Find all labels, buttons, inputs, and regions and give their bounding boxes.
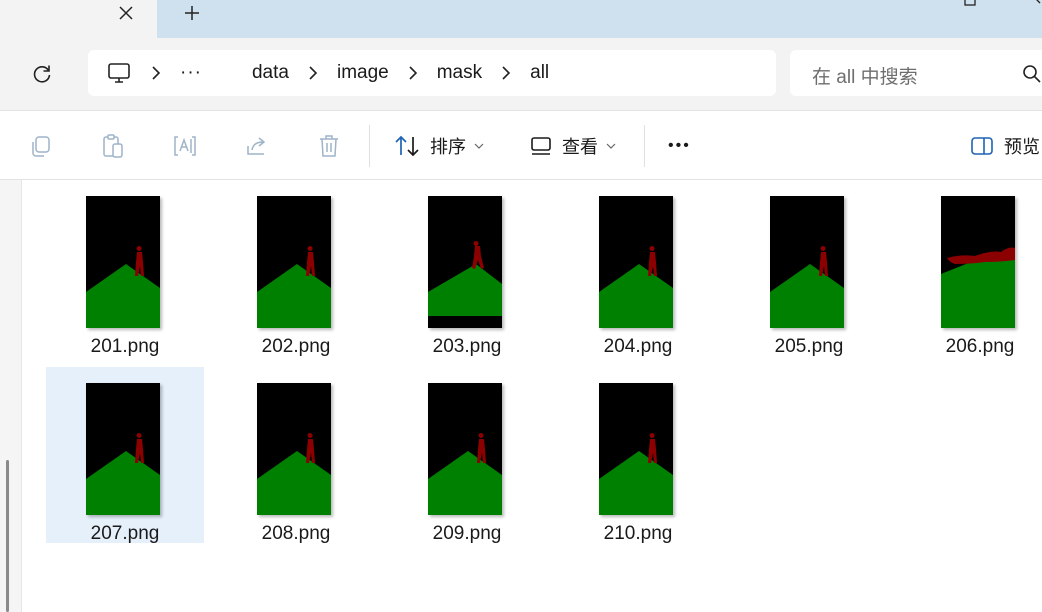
- toolbar-divider: [644, 125, 645, 167]
- close-icon: [119, 6, 133, 20]
- paste-button[interactable]: [100, 133, 126, 159]
- more-options-button[interactable]: •••: [668, 129, 691, 163]
- preview-pane-button[interactable]: 预览: [970, 129, 1040, 163]
- tab-strip: [0, 0, 1042, 38]
- more-icon: •••: [668, 137, 691, 154]
- file-item[interactable]: 205.png: [730, 180, 888, 357]
- file-thumbnail: [770, 196, 844, 328]
- file-thumbnail: [86, 383, 160, 515]
- crumb-image[interactable]: image: [337, 62, 389, 84]
- file-thumbnail: [599, 383, 673, 515]
- crumb-data[interactable]: data: [252, 62, 289, 84]
- breadcrumb-overflow[interactable]: ···: [180, 62, 202, 84]
- crumb-all[interactable]: all: [530, 62, 549, 84]
- file-name: 203.png: [432, 336, 502, 357]
- file-name: 208.png: [261, 523, 331, 544]
- file-item[interactable]: 203.png: [388, 180, 546, 357]
- rename-icon: [174, 136, 196, 156]
- file-name: 209.png: [432, 523, 502, 544]
- file-item[interactable]: 202.png: [217, 180, 375, 357]
- file-name: 205.png: [774, 336, 844, 357]
- maximize-icon: [964, 0, 976, 6]
- search-icon: [1023, 65, 1041, 83]
- file-thumbnail: [257, 383, 331, 515]
- file-item[interactable]: 208.png: [217, 367, 375, 544]
- file-name: 202.png: [261, 336, 331, 357]
- plus-icon: [185, 6, 199, 20]
- breadcrumb[interactable]: ··· data image mask all: [88, 50, 776, 96]
- file-name: 207.png: [90, 523, 160, 544]
- chevron-right-icon: [146, 66, 166, 80]
- search-input[interactable]: 在 all 中搜索: [812, 62, 918, 89]
- close-window-icon: [1036, 0, 1041, 4]
- file-item[interactable]: 207.png: [46, 367, 204, 544]
- share-icon: [247, 137, 266, 155]
- file-thumbnail: [428, 383, 502, 515]
- file-name: 206.png: [945, 336, 1015, 357]
- delete-button[interactable]: [316, 133, 342, 159]
- maximize-button[interactable]: [958, 0, 982, 8]
- file-item[interactable]: 209.png: [388, 367, 546, 544]
- view-icon: [531, 137, 551, 155]
- file-item[interactable]: 204.png: [559, 180, 717, 357]
- address-row: ··· data image mask all 在 all 中搜索: [0, 38, 1042, 110]
- chevron-down-icon: [606, 143, 616, 149]
- file-item[interactable]: 206.png: [901, 180, 1042, 357]
- scrollbar-thumb[interactable]: [6, 460, 9, 612]
- chevron-down-icon: [474, 143, 484, 149]
- file-name: 201.png: [90, 336, 160, 357]
- file-item[interactable]: 210.png: [559, 367, 717, 544]
- rename-button[interactable]: [172, 133, 198, 159]
- view-button[interactable]: 查看: [530, 129, 616, 163]
- monitor-icon: [108, 63, 130, 83]
- navigation-pane-edge: [0, 180, 22, 612]
- view-label: 查看: [562, 137, 598, 157]
- refresh-button[interactable]: [28, 60, 56, 88]
- file-thumbnail: [86, 196, 160, 328]
- chevron-right-icon: [496, 66, 516, 80]
- preview-pane-icon: [971, 137, 993, 155]
- file-thumbnail: [941, 196, 1015, 328]
- sort-button[interactable]: 排序: [394, 129, 484, 163]
- file-thumbnail: [599, 196, 673, 328]
- delete-icon: [320, 135, 338, 157]
- new-tab-button[interactable]: [178, 0, 206, 26]
- preview-label: 预览: [1004, 137, 1040, 157]
- close-tab-button[interactable]: [112, 0, 140, 26]
- copy-button[interactable]: [28, 133, 54, 159]
- refresh-icon: [33, 65, 51, 83]
- command-bar: 排序 查看 ••• 预览: [0, 110, 1042, 180]
- paste-icon: [103, 134, 123, 158]
- search-box[interactable]: 在 all 中搜索: [790, 50, 1042, 96]
- close-window-button[interactable]: [1024, 0, 1042, 8]
- crumb-mask[interactable]: mask: [437, 62, 482, 84]
- this-pc-crumb[interactable]: [106, 60, 132, 86]
- sort-label: 排序: [430, 137, 466, 157]
- file-view: 201.png 202.png 203.png 204.png 205.png 206.p…: [0, 180, 1042, 612]
- file-item[interactable]: 201.png: [46, 180, 204, 357]
- chevron-right-icon: [303, 66, 323, 80]
- file-name: 210.png: [603, 523, 673, 544]
- chevron-right-icon: [403, 66, 423, 80]
- copy-icon: [32, 136, 50, 157]
- file-thumbnail: [428, 196, 502, 328]
- toolbar-divider: [369, 125, 370, 167]
- file-thumbnail: [257, 196, 331, 328]
- share-button[interactable]: [244, 133, 270, 159]
- file-name: 204.png: [603, 336, 673, 357]
- sort-icon: [395, 135, 419, 157]
